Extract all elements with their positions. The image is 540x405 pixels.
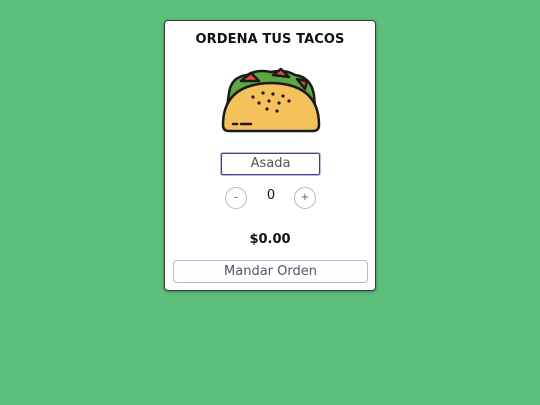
taco-image (221, 67, 321, 133)
card-title: ORDENA TUS TACOS (195, 32, 345, 47)
order-total: $0.00 (249, 232, 291, 247)
decrement-button[interactable]: – (225, 187, 247, 209)
filling-select[interactable]: Asada (221, 153, 320, 175)
quantity-value: 0 (266, 188, 276, 203)
order-card: ORDENA TUS TACOS Asada – 0 + $0.00 Manda… (164, 20, 376, 291)
increment-button[interactable]: + (294, 187, 316, 209)
submit-order-button[interactable]: Mandar Orden (173, 260, 368, 283)
